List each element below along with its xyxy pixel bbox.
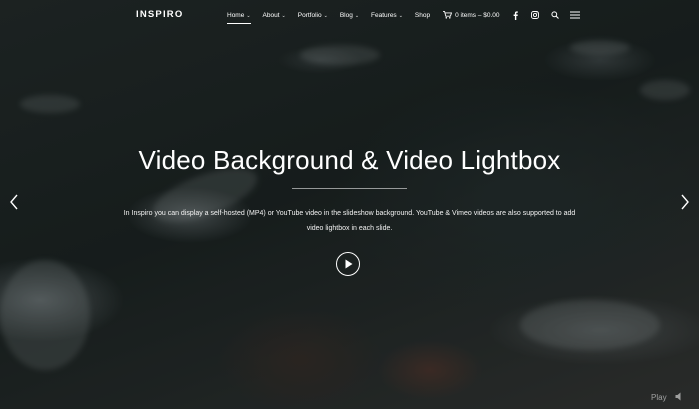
volume-icon[interactable]: [675, 392, 685, 403]
nav-label: Features: [371, 11, 397, 19]
nav-label: Shop: [414, 11, 431, 19]
site-logo[interactable]: INSPIRO: [136, 9, 183, 20]
nav-item-about[interactable]: About ⌄: [263, 12, 286, 19]
nav-item-shop[interactable]: Shop: [415, 12, 430, 19]
foam-decoration: [520, 300, 660, 350]
chevron-down-icon: ⌄: [354, 12, 360, 19]
cart-link[interactable]: 0 items – $0.00: [442, 10, 500, 20]
cart-icon: [442, 10, 452, 20]
nav-item-portfolio[interactable]: Portfolio ⌄: [298, 12, 328, 19]
chevron-down-icon: ⌄: [246, 12, 251, 19]
nav-label: Home: [227, 11, 245, 19]
foam-decoration: [20, 95, 80, 113]
cart-summary: 0 items – $0.00: [455, 11, 500, 19]
site-header: INSPIRO Home ⌄ About ⌄ Portfolio ⌄ Blog ⌄ Fe…: [0, 0, 699, 30]
nav-label: About: [262, 11, 280, 19]
nav-item-blog[interactable]: Blog ⌄: [340, 12, 359, 19]
menu-icon[interactable]: [569, 10, 580, 20]
hero-background: [0, 0, 699, 409]
chevron-down-icon: ⌄: [323, 12, 328, 19]
video-controls: Play: [651, 392, 685, 403]
nav-item-home[interactable]: Home ⌄: [227, 11, 251, 24]
nav-label: Portfolio: [297, 11, 322, 19]
slider-next-arrow[interactable]: [680, 194, 690, 210]
title-divider: [292, 188, 407, 189]
slide-description: In Inspiro you can display a self-hosted…: [100, 206, 599, 236]
chevron-left-icon: [10, 194, 18, 210]
facebook-icon[interactable]: [511, 10, 521, 20]
foam-decoration: [0, 260, 90, 370]
slider-prev-arrow[interactable]: [9, 194, 19, 210]
chevron-down-icon: ⌄: [281, 12, 286, 19]
nav-label: Blog: [339, 11, 353, 19]
video-lightbox-play-button[interactable]: [336, 252, 360, 276]
foam-decoration: [640, 80, 690, 100]
chevron-down-icon: ⌄: [398, 12, 403, 19]
foam-decoration: [570, 40, 630, 55]
description-line: In Inspiro you can display a self-hosted…: [123, 210, 576, 217]
nav-item-features[interactable]: Features ⌄: [371, 12, 403, 19]
description-line: video lightbox in each slide.: [306, 225, 393, 232]
search-icon[interactable]: [550, 10, 560, 20]
foam-decoration: [300, 45, 380, 65]
main-nav: Home ⌄ About ⌄ Portfolio ⌄ Blog ⌄ Features ⌄ …: [227, 10, 586, 24]
instagram-icon[interactable]: [530, 10, 540, 20]
play-icon: [345, 259, 352, 269]
slide-title: Video Background & Video Lightbox: [138, 145, 561, 175]
video-play-toggle[interactable]: Play: [651, 393, 667, 402]
chevron-right-icon: [681, 194, 689, 210]
